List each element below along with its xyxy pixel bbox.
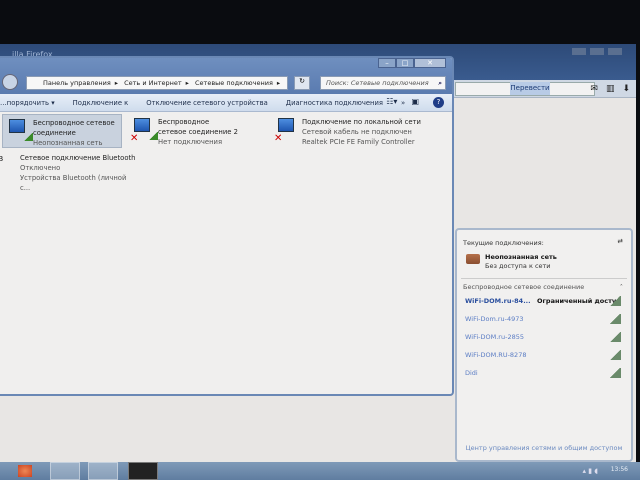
search-input[interactable]: Поиск: Сетевые подключения ⌕ [320,76,446,90]
tray-icons[interactable]: ▴ ▮ ◖ [582,467,598,475]
clock[interactable]: 13:56 [611,466,628,473]
close-button[interactable]: ✕ [414,58,446,68]
organize-button[interactable]: …порядочить ▾ [0,99,55,107]
mail-icon[interactable]: ✉ [590,84,598,94]
address-bar[interactable]: Панель управления ▸ Сеть и Интернет ▸ Сете… [26,76,288,90]
taskbar-explorer-button[interactable] [50,462,80,480]
connection-name: Беспроводное сетевое соединение [33,119,115,137]
lan-disconnected-icon: ✕ [274,118,298,144]
section-label: Беспроводное сетевое соединение [463,283,585,291]
help-icon[interactable]: ? [433,97,444,108]
breadcrumb-item[interactable]: Сеть и Интернет [124,79,182,87]
signal-icon [609,350,621,360]
back-button[interactable] [2,74,18,90]
connection-wireless[interactable]: Беспроводное сетевое соединение Неопозна… [2,114,122,148]
refresh-networks-icon[interactable]: ⇄ [618,237,623,245]
taskbar: ▴ ▮ ◖ 13:56 [0,462,640,480]
translate-button[interactable]: Перевести [510,82,550,95]
ssid: WiFi-DOM.ru-2855 [465,333,524,341]
bookmarks-icon[interactable]: ▥ [606,84,615,94]
preview-pane-icon[interactable]: ▣ [411,97,419,108]
connection-status: Сетевой кабель не подключен [302,128,412,136]
ssid: WiFi-Dom.ru-4973 [465,315,524,323]
network-item[interactable]: Didi [465,366,623,380]
ssid: WiFi-DOM.ru-84... [465,297,531,305]
view-options-icon[interactable]: ☷▾ [386,97,397,108]
start-button[interactable] [18,465,32,477]
connection-device: Устройства Bluetooth (личной с... [20,174,127,192]
search-placeholder: Поиск: Сетевые подключения [326,79,429,87]
signal-icon [609,368,621,378]
bluetooth-icon: ʙ [0,154,20,176]
ssid: WiFi-DOM.RU-8278 [465,351,527,359]
taskbar-network-button[interactable] [88,462,118,480]
connection-status: Неопознанная сеть [33,139,103,147]
command-bar: …порядочить ▾ Подключение к Отключение с… [0,94,452,112]
connection-name: Беспроводное сетевое соединение 2 [158,118,238,136]
signal-icon [609,296,621,306]
breadcrumb-item[interactable]: Панель управления [43,79,111,87]
download-icon[interactable]: ⬇ [622,84,630,94]
current-network-status: Без доступа к сети [485,262,551,270]
network-item[interactable]: WiFi-DOM.ru-2855 [465,330,623,344]
network-flyout: Текущие подключения: ⇄ Неопознанная сеть… [455,228,633,462]
network-item[interactable]: WiFi-DOM.ru-84... Ограниченный доступ [465,294,623,308]
firefox-toolbar-icons: ✉ ▥ ⬇ [590,84,630,94]
wireless-network-disconnected-icon: ✕ [130,118,158,144]
ssid: Didi [465,369,478,377]
minimize-button[interactable]: – [378,58,396,68]
firefox-window-buttons[interactable] [572,48,622,55]
connection-status: Нет подключения [158,138,223,146]
network-item[interactable]: WiFi-Dom.ru-4973 [465,312,623,326]
unidentified-network-icon [466,254,480,264]
signal-icon [609,332,621,342]
window-controls: – □ ✕ [378,58,446,68]
disable-device-button[interactable]: Отключение сетевого устройства [146,99,267,107]
breadcrumb-item[interactable]: Сетевые подключения [195,79,273,87]
connection-device: Realtek PCIe FE Family Controller [302,138,415,146]
connection-status: Отключено [20,164,61,172]
connection-name: Подключение по локальной сети [302,118,421,126]
signal-icon [609,314,621,324]
current-network-name: Неопознанная сеть [485,253,557,261]
wireless-network-icon [7,119,33,141]
taskbar-console-button[interactable] [128,462,158,480]
flyout-header: Текущие подключения: [463,239,544,247]
connection-bluetooth[interactable]: ʙ Сетевое подключение Bluetooth Отключен… [0,150,140,192]
network-item[interactable]: WiFi-DOM.RU-8278 [465,348,623,362]
connection-wireless-2[interactable]: ✕ Беспроводное сетевое соединение 2 Нет … [128,114,258,148]
search-icon: ⌕ [438,79,442,87]
wireless-section-header[interactable]: Беспроводное сетевое соединение ˄ [461,278,627,295]
network-connections-window: – □ ✕ Панель управления ▸ Сеть и Интернет ▸ … [0,56,454,396]
collapse-icon[interactable]: ˄ [620,283,623,291]
refresh-button[interactable]: ↻ [294,76,310,90]
connection-name: Сетевое подключение Bluetooth [20,154,136,162]
diagnose-button[interactable]: Диагностика подключения [286,99,383,107]
connect-to-button[interactable]: Подключение к [73,99,129,107]
maximize-button[interactable]: □ [396,58,414,68]
connection-lan[interactable]: ✕ Подключение по локальной сети Сетевой … [272,114,432,148]
network-center-link[interactable]: Центр управления сетями и общим доступом [457,444,631,452]
